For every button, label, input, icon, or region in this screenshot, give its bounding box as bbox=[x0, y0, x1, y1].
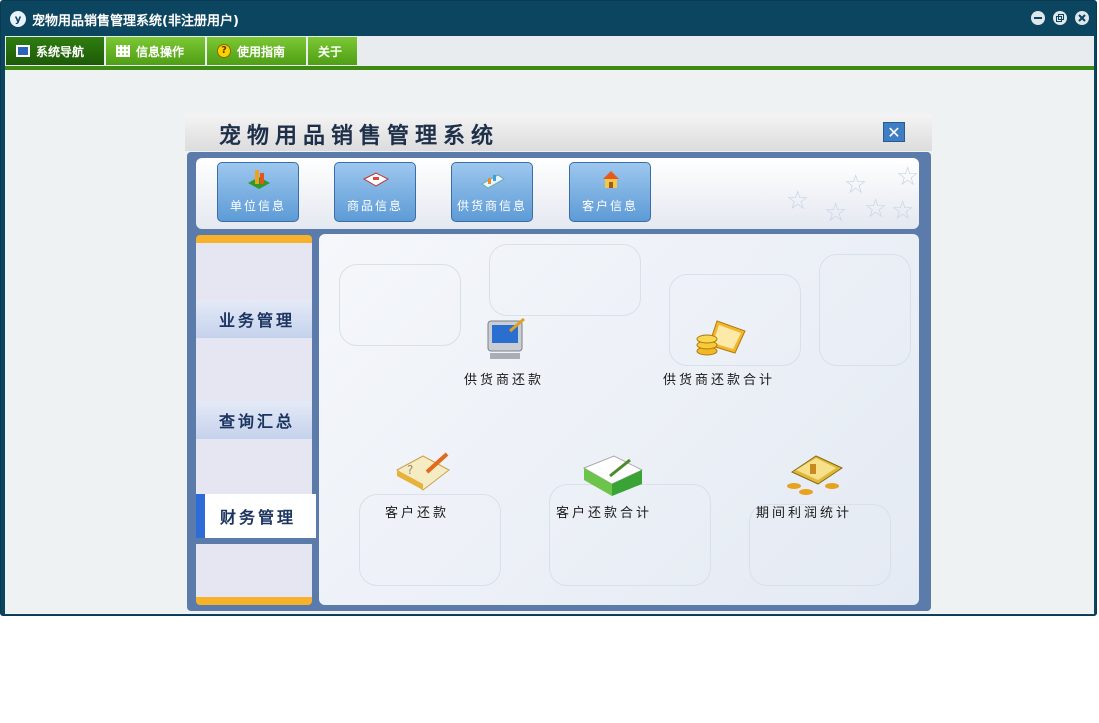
toolbar-label: 客户信息 bbox=[581, 199, 638, 213]
background-stone bbox=[339, 264, 461, 346]
title-bar: y 宠物用品销售管理系统(非注册用户) bbox=[1, 1, 1096, 36]
function-area: 供货商还款 供货商还款合计 ? 客户还款 客户还款合计 期间利润统计 bbox=[319, 234, 919, 605]
sidebar-spacer bbox=[196, 439, 312, 494]
function-label: 客户还款 bbox=[384, 506, 449, 521]
toolbar-label: 商品信息 bbox=[346, 199, 403, 213]
sidebar-item-finance[interactable]: 财务管理 bbox=[196, 494, 316, 538]
green-book-icon bbox=[582, 455, 644, 496]
sidebar-item-business[interactable]: 业务管理 bbox=[196, 300, 312, 338]
menu-label: 使用指南 bbox=[237, 44, 286, 59]
supplier-icon bbox=[481, 174, 505, 189]
panel-body: ☆ ☆ ☆ ☆ ☆ ☆ 单位信息 商品信息 供货商信息 客户信息 业务管理 查询… bbox=[187, 152, 931, 611]
panel-title: 宠物用品销售管理系统 bbox=[219, 123, 500, 149]
close-icon: ✕ bbox=[887, 122, 901, 142]
function-period-profit-statistics[interactable]: 期间利润统计 bbox=[729, 450, 879, 521]
sidebar-spacer bbox=[196, 544, 312, 597]
toolbar-button-supplier-info[interactable]: 供货商信息 bbox=[451, 162, 533, 222]
notebook-pencil-icon: ? bbox=[396, 452, 450, 491]
function-label: 期间利润统计 bbox=[755, 506, 852, 521]
toolbar: ☆ ☆ ☆ ☆ ☆ ☆ 单位信息 商品信息 供货商信息 客户信息 bbox=[196, 158, 919, 229]
customer-house-icon bbox=[603, 171, 619, 188]
gold-coins-icon bbox=[787, 455, 844, 495]
menu-label: 系统导航 bbox=[36, 44, 85, 59]
toolbar-label: 单位信息 bbox=[229, 199, 286, 213]
computer-icon bbox=[487, 317, 525, 359]
function-label: 客户还款合计 bbox=[555, 506, 652, 521]
menu-user-guide[interactable]: ? 使用指南 bbox=[207, 37, 308, 65]
app-icon: y bbox=[10, 11, 26, 27]
function-label: 供货商还款 bbox=[463, 373, 544, 388]
panel-close-button[interactable]: ✕ bbox=[883, 122, 905, 142]
background-stone bbox=[819, 254, 911, 366]
monitor-icon bbox=[16, 45, 30, 57]
sidebar-top-accent bbox=[196, 235, 312, 243]
toolbar-label: 供货商信息 bbox=[456, 199, 527, 213]
menu-info-operation[interactable]: 信息操作 bbox=[106, 37, 207, 65]
organization-chart-icon bbox=[248, 170, 270, 189]
app-window: y 宠物用品销售管理系统(非注册用户) 系统导航 信息操作 ? 使用指南 关于 … bbox=[0, 0, 1097, 616]
function-supplier-repayment[interactable]: 供货商还款 bbox=[444, 317, 564, 388]
function-label: 供货商还款合计 bbox=[662, 373, 775, 388]
sidebar-item-label: 业务管理 bbox=[219, 311, 296, 330]
menu-system-navigation[interactable]: 系统导航 bbox=[6, 37, 106, 65]
restore-icon[interactable] bbox=[1053, 11, 1067, 25]
toolbar-button-customer-info[interactable]: 客户信息 bbox=[569, 162, 651, 222]
help-icon: ? bbox=[217, 44, 231, 58]
background-stone bbox=[489, 244, 641, 316]
sidebar-item-label: 查询汇总 bbox=[219, 412, 296, 431]
window-title: 宠物用品销售管理系统(非注册用户) bbox=[32, 14, 239, 29]
sidebar-bottom-accent bbox=[196, 597, 312, 605]
sidebar-spacer bbox=[196, 338, 312, 401]
panel-header: 宠物用品销售管理系统 ✕ bbox=[185, 114, 932, 151]
menu-bar-underline bbox=[5, 66, 1094, 70]
coins-laptop-icon bbox=[696, 320, 746, 356]
close-icon[interactable] bbox=[1075, 11, 1089, 25]
function-customer-repayment-total[interactable]: 客户还款合计 bbox=[534, 450, 674, 521]
star-decoration-icon: ☆ bbox=[786, 186, 810, 216]
sidebar: 业务管理 查询汇总 财务管理 bbox=[196, 235, 316, 605]
star-decoration-icon: ☆ bbox=[824, 198, 848, 228]
menu-label: 关于 bbox=[318, 44, 343, 59]
toolbar-button-unit-info[interactable]: 单位信息 bbox=[217, 162, 299, 222]
star-decoration-icon: ☆ bbox=[864, 194, 888, 224]
svg-text:?: ? bbox=[407, 463, 413, 477]
product-book-icon bbox=[363, 172, 389, 187]
main-panel: 宠物用品销售管理系统 ✕ ☆ ☆ ☆ ☆ ☆ ☆ 单位信息 商品信息 供货商信息… bbox=[185, 114, 932, 611]
star-decoration-icon: ☆ bbox=[896, 162, 920, 192]
sidebar-spacer bbox=[196, 243, 312, 300]
function-supplier-repayment-total[interactable]: 供货商还款合计 bbox=[639, 317, 799, 388]
grid-icon bbox=[116, 45, 130, 57]
minimize-icon[interactable] bbox=[1031, 11, 1045, 25]
function-customer-repayment[interactable]: ? 客户还款 bbox=[367, 450, 467, 521]
toolbar-button-product-info[interactable]: 商品信息 bbox=[334, 162, 416, 222]
sidebar-item-query[interactable]: 查询汇总 bbox=[196, 401, 312, 439]
star-decoration-icon: ☆ bbox=[891, 196, 915, 226]
menu-label: 信息操作 bbox=[136, 44, 185, 59]
menu-about[interactable]: 关于 bbox=[308, 37, 359, 65]
sidebar-item-label: 财务管理 bbox=[220, 508, 297, 527]
